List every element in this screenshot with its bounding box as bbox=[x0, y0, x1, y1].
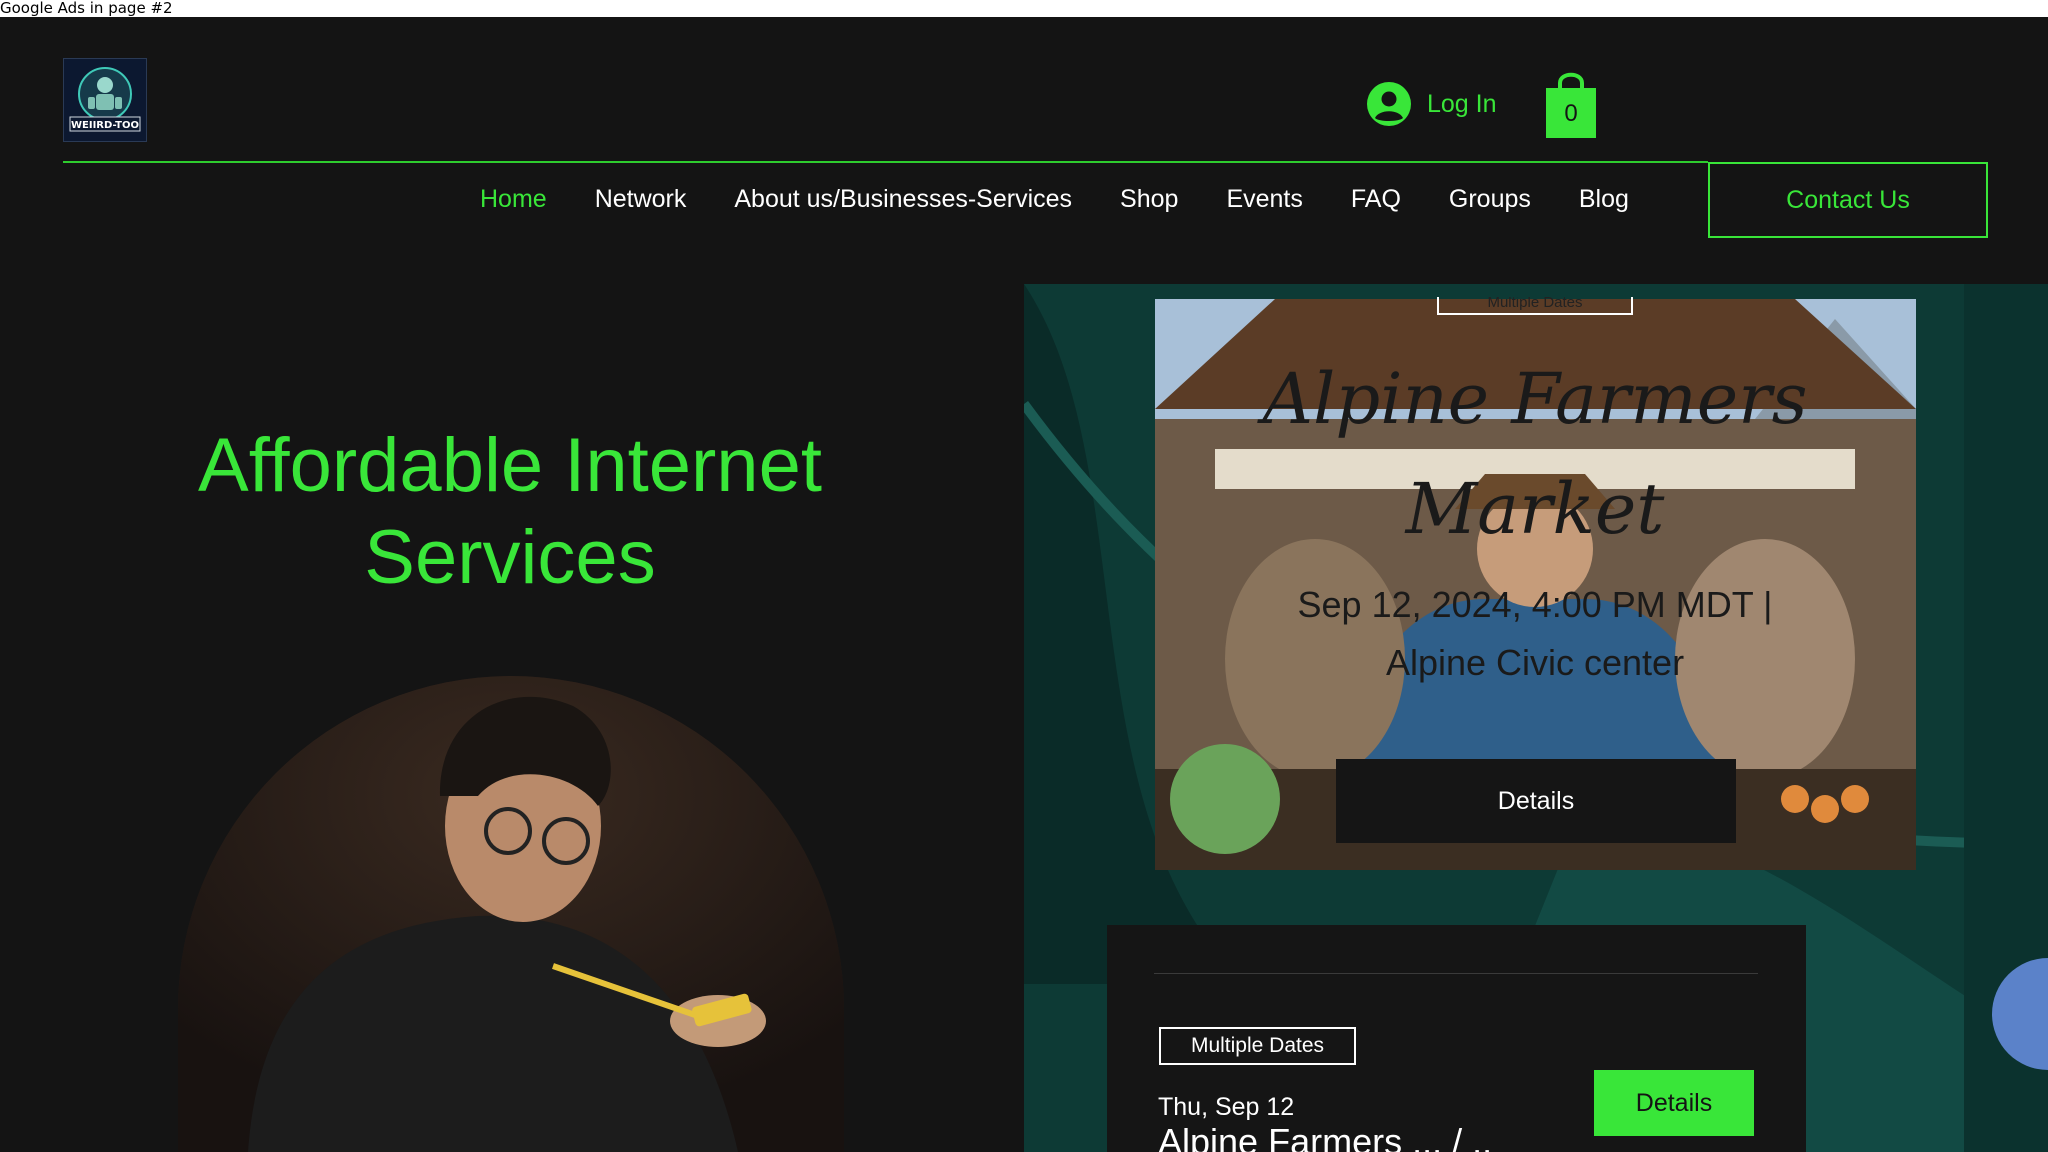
event-date-badge: Multiple Dates bbox=[1437, 297, 1633, 315]
nav-item-events[interactable]: Events bbox=[1226, 185, 1302, 214]
cart-count: 0 bbox=[1564, 100, 1578, 127]
nav-item-blog[interactable]: Blog bbox=[1579, 185, 1629, 214]
header-divider bbox=[63, 161, 1708, 163]
nav-item-shop[interactable]: Shop bbox=[1120, 185, 1178, 214]
event-datetime: Sep 12, 2024, 4:00 PM MDT | bbox=[1297, 584, 1773, 625]
user-avatar-icon bbox=[1367, 82, 1411, 126]
cart-button[interactable]: 0 bbox=[1544, 70, 1598, 138]
main-nav: Home Network About us/Businesses-Service… bbox=[480, 178, 1677, 220]
site-logo[interactable]: WEIIRD-TOO bbox=[63, 58, 147, 142]
man-writing-photo bbox=[178, 676, 844, 1152]
hero-title: Affordable Internet Services bbox=[198, 423, 822, 600]
event-card: Multiple Dates Thu, Sep 12 Alpine Farmer… bbox=[1107, 925, 1806, 1152]
nav-item-about[interactable]: About us/Businesses-Services bbox=[734, 185, 1072, 214]
nav-item-network[interactable]: Network bbox=[595, 185, 687, 214]
multiple-dates-badge: Multiple Dates bbox=[1159, 1027, 1356, 1065]
nav-item-faq[interactable]: FAQ bbox=[1351, 185, 1401, 214]
event-title: Alpine Farmers Market bbox=[1262, 358, 1808, 550]
nav-item-groups[interactable]: Groups bbox=[1449, 185, 1531, 214]
ads-bar: Google Ads in page #2 bbox=[0, 0, 2048, 17]
card-divider bbox=[1154, 973, 1758, 974]
svg-text:WEIIRD-TOO: WEIIRD-TOO bbox=[71, 120, 139, 131]
contact-us-button[interactable]: Contact Us bbox=[1708, 162, 1988, 238]
hero-photo bbox=[178, 676, 844, 1152]
nav-item-home[interactable]: Home bbox=[480, 185, 547, 214]
card-date: Thu, Sep 12 bbox=[1158, 1093, 1295, 1121]
event-location: Alpine Civic center bbox=[1385, 642, 1685, 683]
login-label: Log In bbox=[1427, 89, 1497, 118]
event-details-button[interactable]: Details bbox=[1336, 759, 1736, 843]
card-title[interactable]: Alpine Farmers ... / .. bbox=[1158, 1121, 1492, 1152]
login-button[interactable]: Log In bbox=[1367, 80, 1497, 128]
card-details-button[interactable]: Details bbox=[1594, 1070, 1754, 1136]
robot-logo-icon: WEIIRD-TOO bbox=[64, 59, 146, 141]
